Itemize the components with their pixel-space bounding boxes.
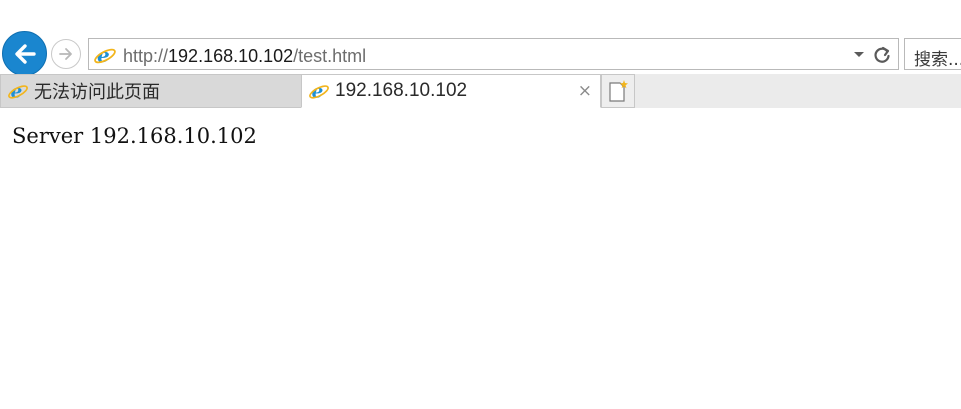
search-placeholder: 搜索... [914, 50, 961, 70]
address-bar[interactable]: e http://192.168.10.102/test.html [88, 38, 899, 70]
tab-label: 192.168.10.102 [335, 80, 468, 101]
ie-icon: e [94, 43, 116, 67]
tab-label: 无法访问此页面 [34, 82, 160, 103]
ie-icon: e [309, 81, 329, 102]
tab-bar-empty-area [635, 74, 961, 108]
back-arrow-icon [14, 43, 36, 64]
forward-button[interactable] [51, 39, 81, 69]
url-host: 192.168.10.102 [168, 46, 294, 66]
page-content: Server 192.168.10.102 [0, 108, 961, 409]
address-url[interactable]: http://192.168.10.102/test.html [123, 46, 366, 67]
tab-unreachable-page[interactable]: e 无法访问此页面 [0, 74, 302, 108]
ie-icon: e [8, 81, 28, 102]
forward-arrow-icon [59, 48, 72, 60]
new-tab-icon [609, 80, 628, 102]
close-tab-button[interactable]: × [578, 81, 592, 101]
url-prefix: http:// [123, 46, 169, 66]
navigation-toolbar: e http://192.168.10.102/test.html 搜索... [0, 30, 961, 76]
url-path: /test.html [293, 46, 367, 66]
back-button[interactable] [2, 31, 47, 76]
chevron-down-icon[interactable] [853, 51, 865, 59]
tab-active-server[interactable]: e 192.168.10.102 × [301, 74, 601, 108]
tab-bar: e 无法访问此页面 e 192.168.10.102 × [0, 74, 961, 108]
new-tab-button[interactable] [601, 74, 635, 108]
page-body-text: Server 192.168.10.102 [12, 124, 257, 148]
refresh-icon[interactable] [872, 45, 892, 65]
search-input[interactable]: 搜索... [904, 38, 961, 70]
